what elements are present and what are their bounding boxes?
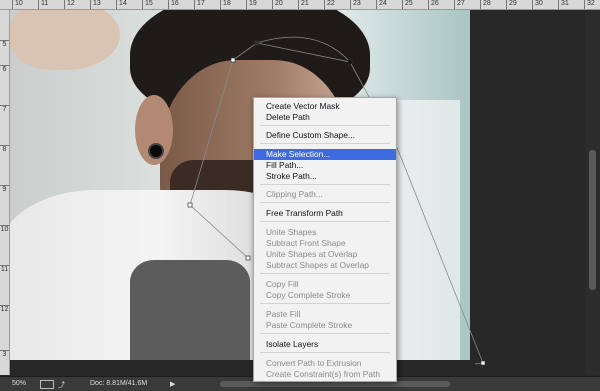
menu-item-convert-path-to-extrusion[interactable]: Convert Path to Extrusion bbox=[254, 358, 396, 369]
anchor-point[interactable] bbox=[347, 59, 353, 65]
menu-item-unite-shapes-at-overlap[interactable]: Unite Shapes at Overlap bbox=[254, 249, 396, 260]
menu-item-isolate-layers[interactable]: Isolate Layers bbox=[254, 339, 396, 350]
menu-item-define-custom-shape[interactable]: Define Custom Shape... bbox=[254, 130, 396, 141]
menu-item-subtract-shapes-at-overlap[interactable]: Subtract Shapes at Overlap bbox=[254, 260, 396, 271]
menu-separator bbox=[260, 184, 390, 185]
menu-item-paste-fill[interactable]: Paste Fill bbox=[254, 309, 396, 320]
menu-separator bbox=[260, 303, 390, 304]
menu-item-subtract-front-shape[interactable]: Subtract Front Shape bbox=[254, 238, 396, 249]
menu-item-free-transform-path[interactable]: Free Transform Path bbox=[254, 208, 396, 219]
anchor-point[interactable] bbox=[187, 202, 193, 208]
menu-separator bbox=[260, 333, 390, 334]
share-icon[interactable]: ⤴ bbox=[58, 380, 65, 390]
status-menu-arrow-icon[interactable]: ▶ bbox=[170, 380, 175, 388]
menu-item-delete-path[interactable]: Delete Path bbox=[254, 112, 396, 123]
document-info: Doc: 8.81M/41.6M bbox=[90, 380, 148, 387]
zoom-level[interactable]: 50% bbox=[12, 380, 26, 387]
vertical-scrollbar-thumb[interactable] bbox=[589, 150, 596, 290]
canvas-icon[interactable] bbox=[40, 380, 54, 389]
menu-item-copy-complete-stroke[interactable]: Copy Complete Stroke bbox=[254, 290, 396, 301]
menu-separator bbox=[260, 273, 390, 274]
menu-item-clipping-path[interactable]: Clipping Path... bbox=[254, 189, 396, 200]
menu-item-copy-fill[interactable]: Copy Fill bbox=[254, 279, 396, 290]
anchor-point[interactable] bbox=[254, 40, 260, 46]
menu-item-fill-path[interactable]: Fill Path... bbox=[254, 160, 396, 171]
menu-separator bbox=[260, 221, 390, 222]
menu-item-stroke-path[interactable]: Stroke Path... bbox=[254, 171, 396, 182]
anchor-point[interactable] bbox=[245, 255, 251, 261]
menu-item-create-constraints-from-path[interactable]: Create Constraint(s) from Path bbox=[254, 369, 396, 380]
menu-item-create-vector-mask[interactable]: Create Vector Mask bbox=[254, 101, 396, 112]
anchor-point[interactable] bbox=[480, 360, 486, 366]
menu-item-make-selection[interactable]: Make Selection... bbox=[254, 149, 396, 160]
menu-item-unite-shapes[interactable]: Unite Shapes bbox=[254, 227, 396, 238]
menu-separator bbox=[260, 202, 390, 203]
menu-separator bbox=[260, 125, 390, 126]
menu-separator bbox=[260, 143, 390, 144]
path-context-menu: Create Vector Mask Delete Path Define Cu… bbox=[253, 97, 397, 382]
vertical-scrollbar[interactable] bbox=[585, 10, 600, 375]
anchor-point[interactable] bbox=[230, 57, 236, 63]
menu-item-paste-complete-stroke[interactable]: Paste Complete Stroke bbox=[254, 320, 396, 331]
menu-separator bbox=[260, 352, 390, 353]
